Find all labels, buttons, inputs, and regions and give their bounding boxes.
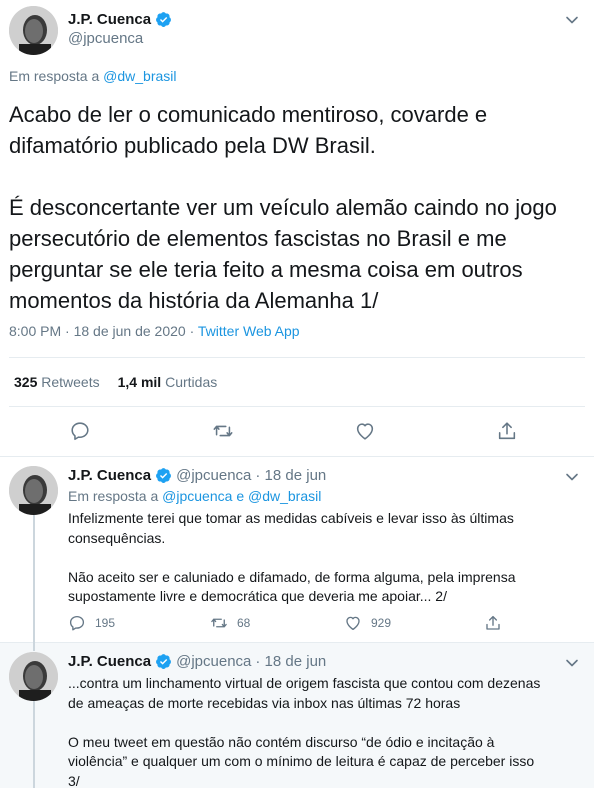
tweet-actions: 195 68 929 — [68, 614, 511, 632]
retweets-stat[interactable]: 325 Retweets — [14, 374, 100, 390]
avatar-image — [9, 466, 58, 515]
tweet-header: J.P. Cuenca @jpcuenca · 18 de jun — [68, 653, 326, 670]
verified-badge-icon — [156, 12, 172, 27]
avatar[interactable] — [9, 466, 58, 515]
verified-badge-icon — [156, 654, 172, 669]
reply-context: Em resposta a @jpcuenca e @dw_brasil — [68, 488, 322, 504]
retweet-button[interactable]: 68 — [210, 614, 344, 632]
thread-line — [33, 643, 35, 651]
main-tweet: J.P. Cuenca @jpcuenca Em resposta a @dw_… — [0, 0, 594, 457]
timestamp[interactable]: 8:00 PM · 18 de jun de 2020 · — [9, 323, 194, 339]
reply-button[interactable]: 195 — [68, 614, 210, 632]
retweet-icon — [211, 618, 227, 628]
source-link[interactable]: Twitter Web App — [198, 323, 300, 339]
tweet-meta: 8:00 PM · 18 de jun de 2020 · Twitter We… — [9, 323, 300, 339]
tweet-text: Acabo de ler o comunicado mentiroso, cov… — [9, 102, 557, 313]
like-icon — [346, 616, 360, 631]
share-button[interactable] — [484, 614, 511, 632]
retweet-count: 68 — [237, 616, 251, 630]
chevron-down-icon[interactable] — [565, 470, 579, 484]
tweet-date[interactable]: · 18 de jun — [255, 467, 326, 484]
author-handle[interactable]: @jpcuenca — [176, 467, 251, 484]
thread-tweet[interactable]: J.P. Cuenca @jpcuenca · 18 de jun ...con… — [0, 643, 594, 788]
avatar-image — [9, 6, 58, 55]
reply-icon[interactable] — [69, 420, 91, 442]
author-name[interactable]: J.P. Cuenca — [68, 11, 172, 28]
author-handle[interactable]: @jpcuenca — [68, 30, 143, 47]
engagement-stats: 325 Retweets 1,4 mil Curtidas — [14, 374, 217, 390]
avatar-image — [9, 652, 58, 701]
author-handle[interactable]: @jpcuenca — [176, 653, 251, 670]
like-button[interactable]: 929 — [344, 614, 484, 632]
divider — [9, 406, 585, 407]
like-count: 929 — [371, 616, 392, 630]
reply-icon — [69, 615, 85, 631]
verified-badge-icon — [156, 468, 172, 483]
avatar[interactable] — [9, 6, 58, 55]
tweet-date[interactable]: · 18 de jun — [255, 653, 326, 670]
thread-line — [33, 701, 35, 788]
retweet-icon[interactable] — [212, 420, 234, 442]
tweet-text: Infelizmente terei que tomar as medidas … — [68, 510, 516, 604]
thread-line — [33, 515, 35, 643]
share-icon — [486, 615, 500, 630]
reply-to-link[interactable]: @jpcuenca — [162, 488, 232, 504]
likes-stat[interactable]: 1,4 mil Curtidas — [118, 374, 218, 390]
reply-to-link[interactable]: @dw_brasil — [248, 488, 321, 504]
author-name[interactable]: J.P. Cuenca — [68, 653, 151, 670]
like-icon[interactable] — [354, 420, 376, 442]
tweet-text: ...contra um linchamento virtual de orig… — [68, 675, 541, 788]
author-name[interactable]: J.P. Cuenca — [68, 467, 151, 484]
reply-context: Em resposta a @dw_brasil — [9, 68, 177, 84]
chevron-down-icon[interactable] — [565, 13, 579, 27]
tweet-header: J.P. Cuenca @jpcuenca · 18 de jun — [68, 467, 326, 484]
share-icon[interactable] — [496, 420, 518, 442]
reply-count: 195 — [95, 616, 116, 630]
reply-to-link[interactable]: @dw_brasil — [103, 68, 176, 84]
divider — [9, 357, 585, 358]
thread-tweet[interactable]: J.P. Cuenca @jpcuenca · 18 de jun Em res… — [0, 457, 594, 643]
chevron-down-icon[interactable] — [565, 656, 579, 670]
avatar[interactable] — [9, 652, 58, 701]
